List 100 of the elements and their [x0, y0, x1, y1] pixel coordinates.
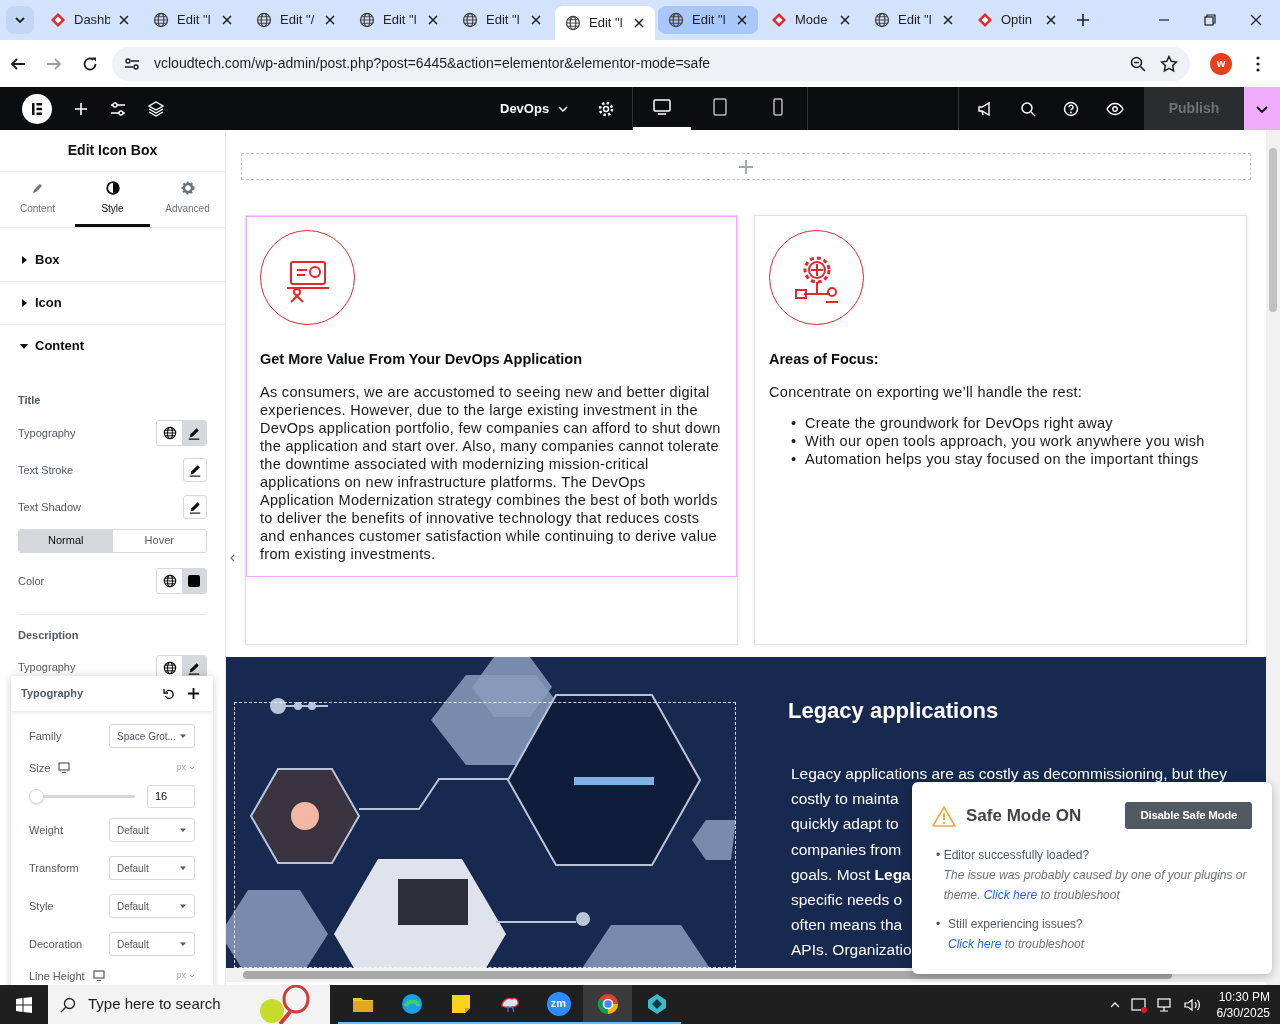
control-label: Typography — [18, 660, 76, 676]
address-bar[interactable]: vcloudtech.com/wp-admin/post.php?post=6445&action=elementor&elementor-mode=safe — [112, 46, 1190, 81]
forward-arrow-icon[interactable] — [46, 55, 62, 72]
taskbar-app[interactable] — [583, 985, 632, 1024]
browser-tab[interactable]: Optin — [967, 6, 1067, 34]
close-icon[interactable] — [1250, 14, 1262, 26]
layers-icon[interactable] — [148, 100, 164, 117]
card-description: As consumers, we are accustomed to seeing new and better digital experiences. However, due to the large existing investment in the DevOps application portfolio, few companies can afford to shut down the application and start over. Also, many companies cannot tolerate the downtime associated with modernizing mission-critical applications on new infrastructure platforms. The DevOps Application Modernization strategy combines the best of both worlds to deliver the benefits of innovative technology that reduces costs and enhances customer satisfaction while continuing to derive value from existing investments. — [260, 382, 722, 563]
globe-favicon-icon — [565, 15, 581, 31]
caret-right-icon — [20, 256, 28, 264]
warning-icon — [932, 804, 956, 827]
elementor-logo[interactable] — [22, 93, 52, 124]
section-header[interactable]: Box — [0, 239, 225, 282]
dropdown-field[interactable]: Default — [109, 932, 195, 956]
edit-button[interactable] — [183, 495, 207, 519]
globe-favicon-icon — [462, 12, 478, 28]
bookmark-star-icon[interactable] — [1160, 54, 1178, 73]
size-input[interactable]: 16 — [147, 784, 195, 808]
tab-title: Edit "l — [383, 11, 418, 30]
edit-button[interactable] — [182, 421, 206, 445]
section-header[interactable]: Icon — [0, 282, 225, 325]
close-icon[interactable] — [324, 14, 336, 26]
globe-favicon-icon — [668, 12, 684, 28]
panel-tab[interactable]: Style — [75, 172, 150, 227]
tab-search-button[interactable] — [6, 6, 34, 34]
dropdown-field[interactable]: Space Grot... — [109, 724, 195, 748]
close-icon[interactable] — [942, 14, 954, 26]
defender-icon[interactable] — [1129, 996, 1148, 1013]
close-icon[interactable] — [530, 14, 542, 26]
state-tab[interactable]: Normal — [19, 529, 113, 552]
dropdown-field[interactable]: Default — [109, 894, 195, 918]
speaker-icon[interactable] — [1183, 996, 1202, 1013]
icon-box-widget[interactable] — [246, 216, 737, 577]
close-icon[interactable] — [1045, 14, 1057, 26]
paragraph-line: Legacy applications are as costly as decommissioning, but they — [791, 764, 1227, 784]
troubleshoot-link[interactable]: Click here — [983, 888, 1038, 902]
tab-title: Edit "l — [692, 11, 727, 30]
panel-tab[interactable]: Advanced — [150, 172, 225, 227]
bars-icon — [31, 102, 43, 115]
browser-tab[interactable]: Edit "l — [349, 6, 449, 34]
zoom-icon[interactable] — [1130, 55, 1146, 72]
browser-tab[interactable]: Edit "l — [658, 6, 758, 34]
caret-down-icon — [179, 826, 187, 834]
search-icon — [60, 996, 76, 1013]
close-icon[interactable] — [427, 14, 439, 26]
settings-icon[interactable] — [598, 100, 615, 117]
new-tab-icon[interactable] — [1076, 13, 1090, 27]
sliders-icon[interactable] — [110, 100, 126, 117]
back-arrow-icon[interactable] — [10, 55, 26, 72]
browser-tab[interactable]: Edit "l — [555, 6, 655, 40]
desktop-icon — [653, 98, 672, 116]
field-label: Size — [29, 760, 51, 776]
browser-tab[interactable]: Edit "l — [864, 6, 964, 34]
search-placeholder: Type here to search — [88, 994, 222, 1015]
panel-title: Edit Icon Box — [67, 141, 158, 160]
windows-logo-icon — [16, 996, 32, 1013]
search-icon[interactable] — [1020, 100, 1036, 117]
reload-icon[interactable] — [82, 55, 98, 72]
tab-title: Edit "l — [486, 11, 521, 30]
troubleshoot-link[interactable]: Click here — [948, 937, 1002, 951]
menu-icon[interactable] — [1256, 55, 1260, 72]
slider-track[interactable] — [29, 788, 135, 804]
color-picker-button[interactable] — [182, 569, 206, 593]
profile-avatar[interactable]: w — [1210, 52, 1232, 75]
clock[interactable]: 10:30 PM 6/30/2025 — [1216, 988, 1270, 1021]
close-icon[interactable] — [839, 14, 851, 26]
tab-title: Edit "l — [589, 14, 624, 33]
browser-tab[interactable]: Edit "/ — [246, 6, 346, 34]
preview-eye-icon[interactable] — [1106, 101, 1124, 116]
caret-down-icon — [20, 342, 28, 350]
tab-title: Mode — [795, 11, 829, 30]
panel-tab[interactable]: Content — [0, 172, 75, 227]
dropdown-field[interactable]: Default — [109, 856, 195, 880]
swirl-icon — [399, 991, 424, 1016]
megaphone-icon[interactable] — [977, 100, 993, 117]
edit-button[interactable] — [183, 458, 207, 482]
paragraph-line: goals. Most Lega — [791, 864, 911, 885]
paragraph-line: costly to mainta — [791, 789, 899, 810]
vertical-scrollbar[interactable] — [1266, 130, 1280, 985]
disable-safe-mode-button[interactable]: Disable Safe Mode — [1125, 802, 1252, 829]
add-icon[interactable] — [74, 101, 88, 116]
list-item: Automation helps you stay focused on the important things — [805, 449, 1199, 468]
slider-thumb[interactable] — [29, 788, 44, 804]
section-header[interactable]: Content — [0, 325, 225, 368]
help-icon[interactable] — [1063, 100, 1079, 117]
page-name-dropdown[interactable]: DevOps — [500, 98, 570, 119]
browser-tab[interactable]: Edit "l — [143, 6, 243, 34]
close-icon[interactable] — [221, 14, 233, 26]
close-icon[interactable] — [118, 14, 130, 26]
tab-title: Edit "l — [898, 11, 933, 30]
taskbar-search-field[interactable]: Type here to search — [48, 985, 330, 1024]
troubleshoot-note: The issue was probably caused by one of your plugins or theme. Click here to troubleshoot — [943, 867, 1248, 904]
browser-tab[interactable]: Edit "l — [452, 6, 552, 34]
bullet-marker: • — [791, 431, 798, 450]
browser-tab[interactable]: Mode — [761, 6, 861, 34]
restore-icon[interactable] — [1204, 14, 1216, 26]
close-icon[interactable] — [633, 17, 645, 29]
close-icon[interactable] — [736, 14, 748, 26]
bullet-marker: • — [936, 916, 942, 933]
dropdown-field[interactable]: Default — [109, 818, 195, 842]
